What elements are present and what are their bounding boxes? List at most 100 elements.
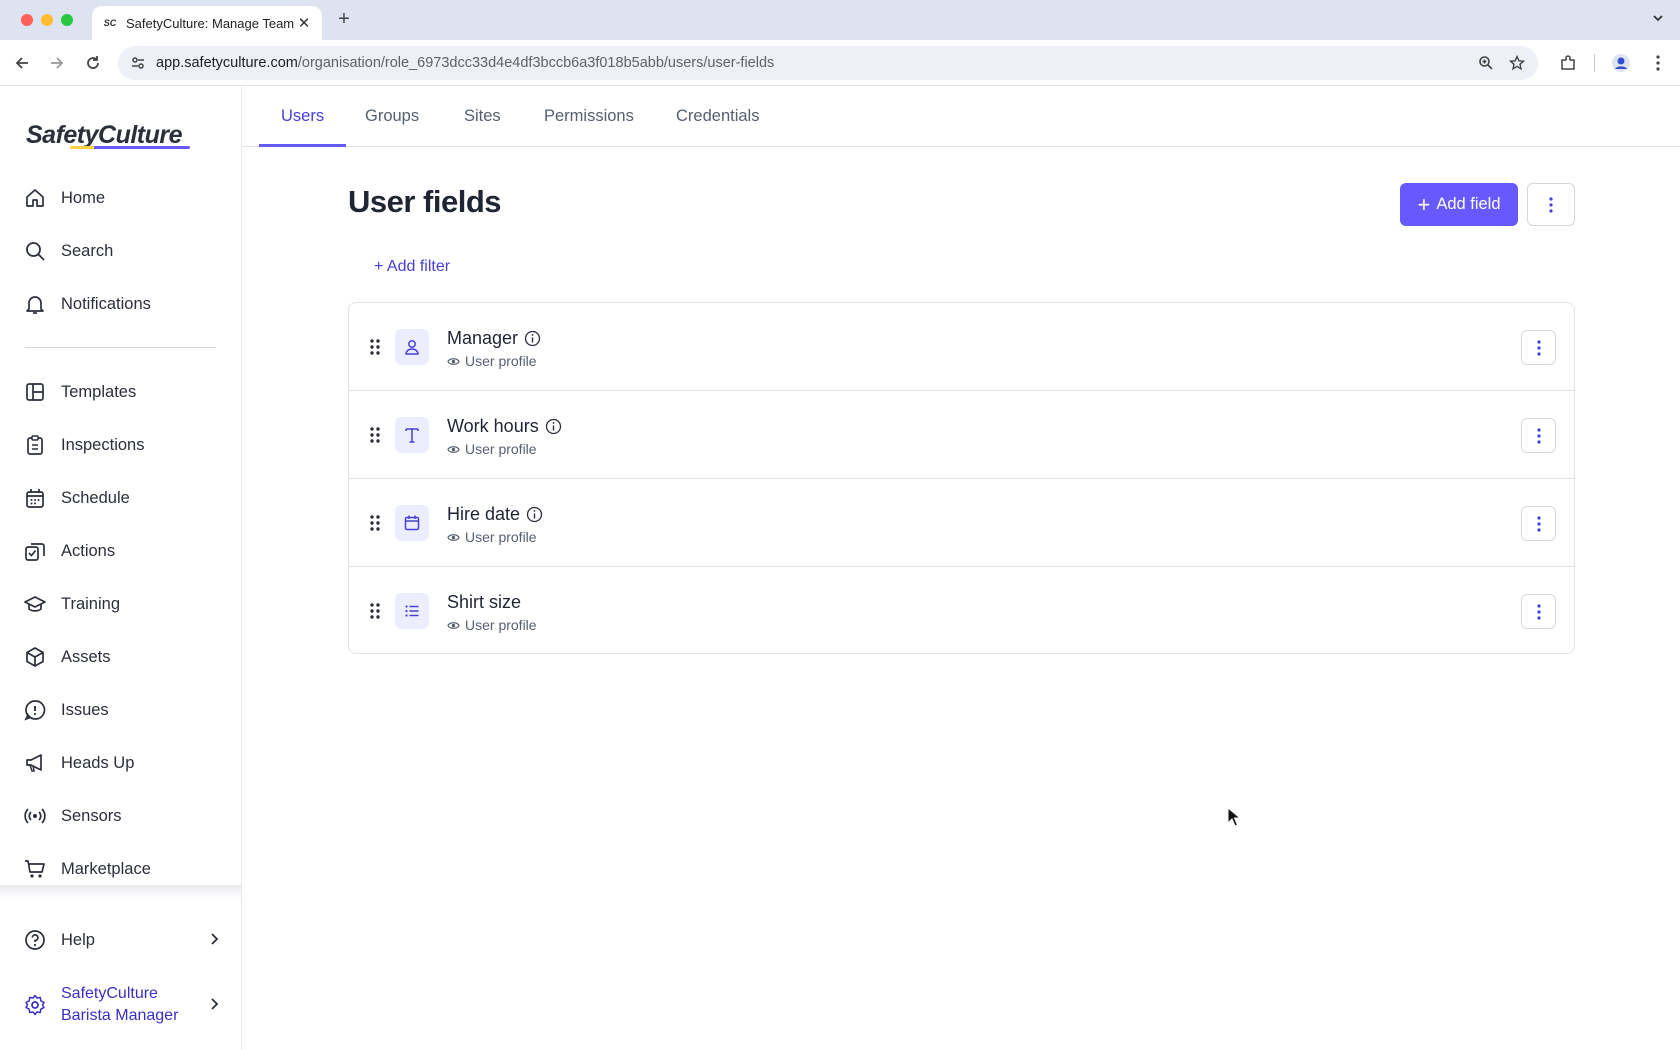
- info-icon[interactable]: [545, 418, 562, 435]
- sidebar-item-assets[interactable]: Assets: [24, 640, 224, 674]
- address-bar[interactable]: app.safetyculture.com/organisation/role_…: [118, 46, 1538, 80]
- field-more-options-button[interactable]: [1521, 418, 1556, 453]
- bell-icon: [24, 293, 46, 315]
- tab-users[interactable]: Users: [259, 87, 347, 147]
- list-item[interactable]: Hire date User profile: [349, 479, 1574, 567]
- browser-tab[interactable]: SC SafetyCulture: Manage Teams ✕: [92, 6, 322, 40]
- field-visibility-text: User profile: [465, 441, 537, 457]
- tab-groups[interactable]: Groups: [343, 87, 441, 146]
- site-settings-icon[interactable]: [130, 55, 146, 71]
- drag-handle-icon[interactable]: [369, 513, 381, 533]
- sidebar-item-help[interactable]: Help: [24, 923, 224, 957]
- reload-icon[interactable]: [83, 53, 103, 73]
- sidebar-item-training[interactable]: Training: [24, 587, 224, 621]
- teams-tab-bar: Users Groups Sites Permissions Credentia…: [242, 87, 1680, 147]
- field-name-text: Shirt size: [447, 592, 522, 612]
- zoom-icon[interactable]: [1478, 55, 1494, 71]
- page-more-options-button[interactable]: [1527, 183, 1575, 226]
- megaphone-icon: [24, 752, 46, 774]
- tab-close-icon[interactable]: ✕: [296, 14, 312, 32]
- url-host: app.safetyculture.com: [156, 55, 298, 71]
- list-item[interactable]: Shirt size User profile: [349, 567, 1574, 655]
- drag-handle-icon[interactable]: [369, 425, 381, 445]
- field-visibility: User profile: [447, 617, 537, 633]
- eye-icon: [447, 445, 460, 453]
- extensions-icon[interactable]: [1558, 53, 1578, 73]
- bookmark-star-icon[interactable]: [1508, 54, 1526, 71]
- sidebar: SafetyCulture Home Search Notifications …: [0, 87, 242, 1050]
- tab-permissions[interactable]: Permissions: [522, 87, 656, 146]
- window-close-button[interactable]: [21, 14, 33, 26]
- sidebar-item-issues[interactable]: Issues: [24, 693, 224, 727]
- field-visibility-text: User profile: [465, 353, 537, 369]
- field-name: Shirt size: [447, 592, 521, 613]
- sidebar-item-label: Schedule: [61, 488, 130, 507]
- field-visibility-text: User profile: [465, 617, 537, 633]
- field-name-text: Hire date: [447, 504, 521, 524]
- cube-icon: [24, 646, 46, 668]
- cart-icon: [24, 858, 46, 880]
- sidebar-org-settings[interactable]: SafetyCulture Barista Manager: [24, 980, 224, 1030]
- url-path: /organisation/role_6973dcc33d4e4df3bccb6…: [297, 55, 775, 71]
- window-minimize-button[interactable]: [41, 14, 53, 26]
- field-more-options-button[interactable]: [1521, 594, 1556, 629]
- sidebar-item-marketplace[interactable]: Marketplace: [24, 852, 224, 886]
- info-icon[interactable]: [526, 506, 543, 523]
- sidebar-item-notifications[interactable]: Notifications: [24, 287, 224, 321]
- browser-menu-icon[interactable]: [1648, 53, 1668, 73]
- list-item[interactable]: Work hours User profile: [349, 391, 1574, 479]
- window-maximize-button[interactable]: [61, 14, 73, 26]
- eye-icon: [447, 533, 460, 541]
- sidebar-item-home[interactable]: Home: [24, 181, 224, 215]
- field-name: Hire date: [447, 504, 543, 525]
- page-title: User fields: [348, 184, 502, 219]
- drag-handle-icon[interactable]: [369, 601, 381, 621]
- more-vertical-icon: [1536, 603, 1541, 620]
- calendar-icon: [24, 487, 46, 509]
- tab-title: SafetyCulture: Manage Teams: [126, 15, 294, 31]
- field-name-text: Manager: [447, 328, 519, 348]
- profile-avatar-icon[interactable]: [1611, 53, 1631, 73]
- chevron-right-icon: [210, 932, 220, 949]
- sidebar-item-actions[interactable]: Actions: [24, 534, 224, 568]
- sidebar-item-templates[interactable]: Templates: [24, 375, 224, 409]
- add-filter-button[interactable]: + Add filter: [374, 258, 450, 276]
- url-text: app.safetyculture.com/organisation/role_…: [156, 55, 774, 71]
- browser-toolbar: app.safetyculture.com/organisation/role_…: [0, 40, 1680, 86]
- tab-credentials[interactable]: Credentials: [654, 87, 781, 146]
- info-icon[interactable]: [524, 330, 541, 347]
- sidebar-item-search[interactable]: Search: [24, 234, 224, 268]
- back-arrow-icon[interactable]: [12, 53, 32, 73]
- list-item[interactable]: Manager User profile: [349, 303, 1574, 391]
- org-line-1: SafetyCulture: [61, 985, 158, 1002]
- forward-arrow-icon[interactable]: [47, 53, 67, 73]
- more-vertical-icon: [1536, 339, 1541, 356]
- sidebar-item-label: Sensors: [61, 806, 122, 825]
- field-visibility-text: User profile: [465, 529, 537, 545]
- tab-list-chevron-icon[interactable]: [1650, 10, 1666, 26]
- sidebar-item-heads-up[interactable]: Heads Up: [24, 746, 224, 780]
- person-icon: [395, 329, 429, 365]
- sidebar-divider: [25, 347, 216, 348]
- gear-icon: [24, 994, 46, 1016]
- field-more-options-button[interactable]: [1521, 506, 1556, 541]
- sidebar-item-sensors[interactable]: Sensors: [24, 799, 224, 833]
- sidebar-item-label: Inspections: [61, 435, 145, 454]
- sidebar-item-label: Actions: [61, 541, 116, 560]
- add-field-button[interactable]: + Add field: [1400, 183, 1518, 226]
- text-icon: [395, 417, 429, 453]
- sidebar-item-schedule[interactable]: Schedule: [24, 481, 224, 515]
- mouse-cursor-icon: [1227, 807, 1241, 827]
- drag-handle-icon[interactable]: [369, 337, 381, 357]
- list-icon: [395, 593, 429, 629]
- new-tab-button[interactable]: +: [334, 8, 354, 31]
- sidebar-item-label: Issues: [61, 700, 109, 719]
- field-visibility: User profile: [447, 441, 537, 457]
- graduation-cap-icon: [24, 593, 46, 615]
- field-more-options-button[interactable]: [1521, 330, 1556, 365]
- tab-sites[interactable]: Sites: [442, 87, 523, 146]
- sidebar-scroll-shadow: [0, 885, 241, 899]
- add-field-label: Add field: [1436, 195, 1501, 213]
- clipboard-icon: [24, 434, 46, 456]
- sidebar-item-inspections[interactable]: Inspections: [24, 428, 224, 462]
